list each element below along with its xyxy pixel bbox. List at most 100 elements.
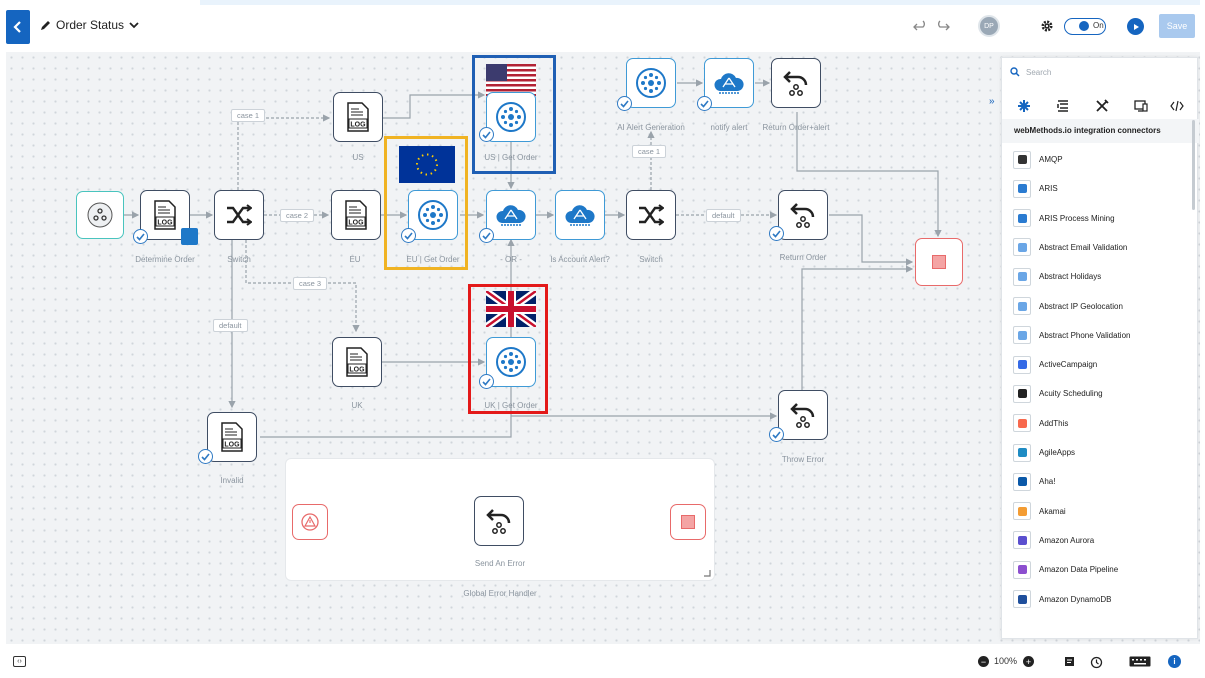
info-icon: i <box>1173 657 1176 666</box>
tab-code[interactable] <box>1167 96 1187 116</box>
zoom-out-button[interactable]: − <box>978 656 989 667</box>
acuity-icon <box>1013 384 1031 403</box>
collapse-panel-button[interactable]: » <box>989 96 995 107</box>
connector-item[interactable]: ARIS Process Mining <box>1002 204 1192 233</box>
user-avatar[interactable]: DP <box>978 15 1000 37</box>
connector-item[interactable]: Akamai <box>1002 497 1192 526</box>
history-button[interactable] <box>1089 655 1103 669</box>
svg-text:LOG: LOG <box>224 442 240 449</box>
log-icon: LOG <box>345 200 367 230</box>
svg-text:LOG: LOG <box>350 122 366 129</box>
info-button[interactable]: i <box>1168 655 1181 668</box>
us-log-label: US <box>352 153 364 162</box>
edge-label-default1: default <box>213 319 248 332</box>
connector-hub-icon <box>496 347 526 377</box>
send-error-node[interactable] <box>474 496 524 546</box>
connector-item[interactable]: Aha! <box>1002 467 1192 496</box>
run-button[interactable] <box>1127 18 1144 35</box>
connector-item[interactable]: ARIS <box>1002 174 1192 203</box>
switch-shuffle-icon <box>639 204 664 226</box>
connector-name: AMQP <box>1039 155 1063 164</box>
amqp-icon <box>1013 150 1031 169</box>
stop-icon <box>681 515 695 529</box>
save-button[interactable]: Save <box>1159 14 1195 38</box>
flow-service-icon <box>1057 100 1068 112</box>
return-order-alert-node[interactable] <box>771 58 821 108</box>
is-account-alert-node[interactable] <box>555 190 605 240</box>
activation-toggle[interactable]: On <box>1064 18 1106 35</box>
ai-alert-node[interactable] <box>626 58 676 108</box>
log-icon: LOG <box>221 422 243 452</box>
us-log-node[interactable]: LOG <box>333 92 383 142</box>
top-toolbar: Order Status DP On Save <box>0 0 1205 52</box>
connector-item[interactable]: Acuity Scheduling <box>1002 379 1192 408</box>
switch-node-2[interactable] <box>626 190 676 240</box>
connector-item[interactable]: AddThis <box>1002 409 1192 438</box>
throw-error-node[interactable] <box>778 390 828 440</box>
connector-logo-mark <box>1017 594 1027 604</box>
connector-item[interactable]: AgileApps <box>1002 438 1192 467</box>
end-node[interactable] <box>915 238 963 286</box>
global-error-handler-title: Global Error Handler <box>463 589 537 598</box>
connector-item[interactable]: Abstract Email Validation <box>1002 233 1192 262</box>
error-end-node[interactable] <box>670 504 706 540</box>
svg-text:LOG: LOG <box>348 220 364 227</box>
pencil-icon <box>41 20 50 30</box>
connector-item[interactable]: ActiveCampaign <box>1002 350 1192 379</box>
connectors-panel: » Search webMethods.io integration conne… <box>989 57 1199 639</box>
notes-button[interactable] <box>1063 655 1076 668</box>
aha-icon <box>1013 472 1031 491</box>
switch-node-1[interactable] <box>214 190 264 240</box>
tab-tools[interactable] <box>1092 96 1112 116</box>
tab-devices[interactable] <box>1131 96 1151 116</box>
chevron-down-icon <box>129 22 139 29</box>
zoom-in-button[interactable]: + <box>1023 656 1034 667</box>
error-start-node[interactable] <box>292 504 328 540</box>
back-button[interactable] <box>6 10 30 44</box>
connector-item[interactable]: AMQP <box>1002 145 1192 174</box>
uk-log-label: UK <box>351 401 363 410</box>
connector-item[interactable]: Abstract Holidays <box>1002 262 1192 291</box>
undo-icon <box>913 20 925 31</box>
undo-button[interactable] <box>913 18 929 34</box>
invalid-log-node[interactable]: LOG <box>207 412 257 462</box>
panel-scrollbar[interactable] <box>1192 120 1195 210</box>
connector-name: ARIS <box>1039 184 1058 194</box>
connector-item[interactable]: Abstract IP Geolocation <box>1002 292 1192 321</box>
settings-button[interactable] <box>1039 18 1055 34</box>
toolbar-accent-strip <box>200 0 1200 5</box>
flow-title[interactable]: Order Status <box>40 18 139 32</box>
tools-icon <box>1096 99 1109 112</box>
code-view-button[interactable]: ‹› <box>13 656 26 667</box>
connector-item[interactable]: Amazon Aurora <box>1002 526 1192 555</box>
ai-alert-label: AI Alert Generation <box>617 123 685 132</box>
eu-log-node[interactable]: LOG <box>331 190 381 240</box>
connector-logo-mark <box>1017 213 1027 223</box>
bottom-bar: ‹› − 100% + i <box>0 644 1205 678</box>
app-window: Order Status DP On Save case 1 case 2 ca… <box>0 0 1205 678</box>
tab-flow-services[interactable] <box>1053 96 1073 116</box>
minus-icon: − <box>980 656 987 667</box>
dynamodb-icon <box>1013 590 1031 608</box>
connector-logo-mark <box>1017 155 1027 164</box>
tab-connectors[interactable] <box>1014 96 1034 116</box>
cloud-flow-icon <box>496 205 526 226</box>
connector-logo-mark <box>1017 330 1027 340</box>
determine-order-label: Determine Order <box>135 255 195 264</box>
connector-item[interactable]: Amazon Data Pipeline <box>1002 555 1192 584</box>
edge-label-case1: case 1 <box>231 109 266 122</box>
svg-text:LOG: LOG <box>349 367 365 374</box>
notes-icon <box>1065 657 1074 666</box>
redo-button[interactable] <box>934 18 950 34</box>
uk-log-node[interactable]: LOG <box>332 337 382 387</box>
connector-search[interactable]: Search <box>1010 67 1051 77</box>
connector-item[interactable]: Abstract Phone Validation <box>1002 321 1192 350</box>
return-order-node[interactable] <box>778 190 828 240</box>
keyboard-shortcuts-button[interactable] <box>1128 655 1152 668</box>
addthis-icon <box>1013 414 1031 433</box>
connector-logo-mark <box>1017 301 1027 311</box>
start-node[interactable] <box>76 191 124 239</box>
connector-item[interactable]: Amazon DynamoDB <box>1002 585 1192 614</box>
log-icon: LOG <box>154 200 176 230</box>
resize-handle-icon[interactable] <box>703 569 711 577</box>
